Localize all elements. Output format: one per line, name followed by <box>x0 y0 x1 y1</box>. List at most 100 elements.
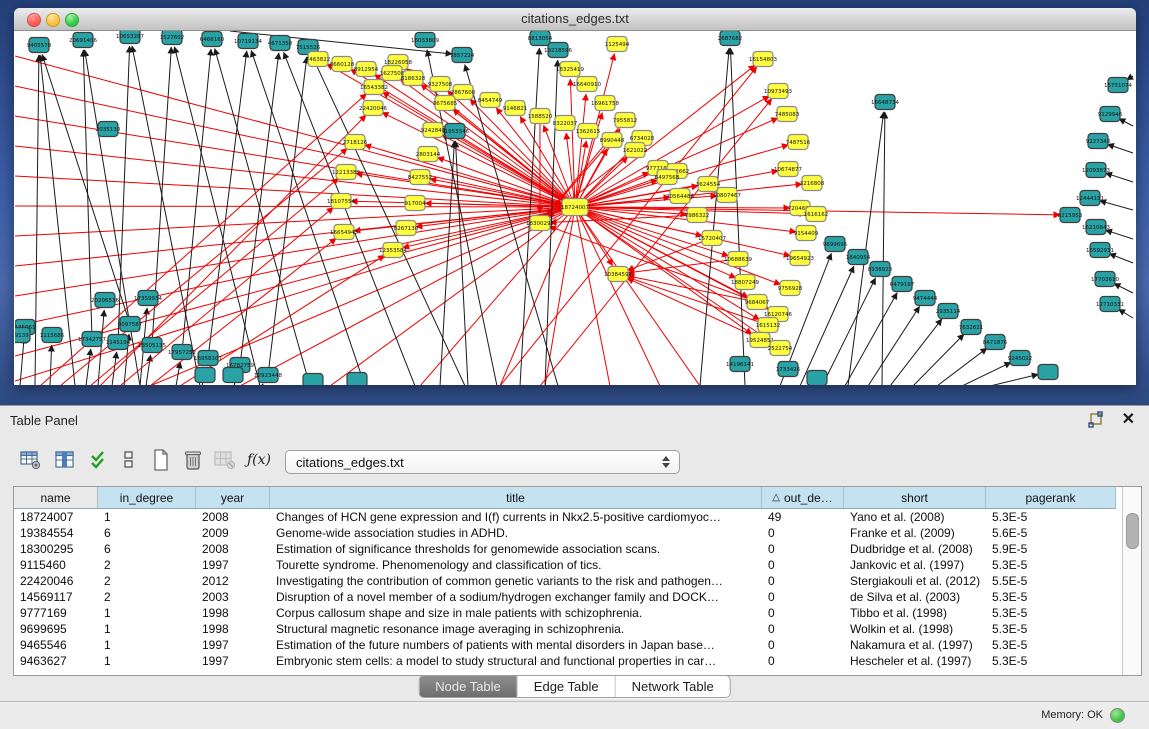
table-cell[interactable]: de Silva et al. (2003) <box>844 589 986 605</box>
table-cell[interactable]: 6 <box>98 541 196 557</box>
graph-node[interactable] <box>347 373 367 386</box>
graph-node[interactable]: 20206536 <box>91 293 119 308</box>
graph-edge[interactable] <box>845 293 897 385</box>
graph-node[interactable]: 18807249 <box>731 275 759 290</box>
table-cell[interactable]: 14569117 <box>14 589 98 605</box>
graph-edge[interactable] <box>822 278 876 385</box>
table-row[interactable]: 1938455462009Genome-wide association stu… <box>14 525 1123 541</box>
graph-node[interactable]: 2935114 <box>936 304 961 319</box>
table-cell[interactable]: 9463627 <box>14 653 98 669</box>
table-cell[interactable]: 9115460 <box>14 557 98 573</box>
table-row[interactable]: 1830029562008Estimation of significance … <box>14 541 1123 557</box>
table-cell[interactable]: Embryonic stem cells: a model to study s… <box>270 653 762 669</box>
graph-edge[interactable] <box>112 352 117 385</box>
table-cell[interactable]: 0 <box>762 541 844 557</box>
table-cell[interactable]: 6 <box>98 525 196 541</box>
table-cell[interactable]: 5.9E-5 <box>986 541 1116 557</box>
delete-table-icon[interactable] <box>210 444 240 476</box>
graph-edge[interactable] <box>730 48 745 385</box>
graph-node[interactable]: 9684067 <box>745 295 770 310</box>
graph-node[interactable] <box>195 368 215 383</box>
graph-node[interactable]: 6497568 <box>655 170 680 185</box>
graph-node[interactable]: 7463822 <box>306 52 331 67</box>
graph-node[interactable]: 16154803 <box>749 52 777 67</box>
graph-node[interactable]: 2803144 <box>416 147 441 162</box>
column-header-short[interactable]: short <box>844 487 986 509</box>
graph-node[interactable] <box>223 368 243 383</box>
graph-edge[interactable] <box>962 362 1011 385</box>
graph-node[interactable]: 8267130 <box>394 221 419 236</box>
graph-node[interactable]: 917004 <box>405 196 426 211</box>
network-window-titlebar[interactable]: citations_edges.txt <box>14 8 1136 31</box>
graph-node[interactable]: 8990448 <box>600 133 625 148</box>
graph-node[interactable]: 16640910 <box>573 77 601 92</box>
graph-edge[interactable] <box>268 57 307 375</box>
graph-node[interactable]: 9097587 <box>118 317 143 332</box>
graph-edge[interactable] <box>20 337 24 385</box>
table-cell[interactable]: 5.3E-5 <box>986 605 1116 621</box>
graph-node[interactable]: 6479197 <box>890 277 915 292</box>
graph-node[interactable]: 2718126 <box>343 135 368 150</box>
table-cell[interactable]: Investigating the contribution of common… <box>270 573 762 589</box>
graph-node[interactable]: 9327508 <box>428 77 453 92</box>
table-cell[interactable]: 1 <box>98 637 196 653</box>
table-cell[interactable]: 5.6E-5 <box>986 525 1116 541</box>
graph-node[interactable]: 15592931 <box>1086 243 1114 258</box>
table-cell[interactable]: 1 <box>98 509 196 525</box>
graph-node[interactable]: 7487516 <box>786 135 811 150</box>
graph-node[interactable]: 17703610 <box>1091 272 1119 287</box>
table-cell[interactable]: Genome-wide association studies in ADHD. <box>270 525 762 541</box>
table-cell[interactable]: 18300295 <box>14 541 98 557</box>
table-cell[interactable]: Estimation of the future numbers of pati… <box>270 637 762 653</box>
close-panel-icon[interactable]: ✕ <box>1122 409 1135 429</box>
graph-node[interactable]: 16543382 <box>360 80 388 95</box>
graph-node[interactable]: 2035130 <box>96 122 121 137</box>
graph-node[interactable]: 13505135 <box>138 338 166 353</box>
graph-node[interactable]: 10807467 <box>713 188 741 203</box>
graph-edge[interactable] <box>800 266 854 385</box>
graph-node[interactable]: 18325419 <box>556 62 584 77</box>
table-cell[interactable]: 9777169 <box>14 605 98 621</box>
graph-node[interactable]: 7485083 <box>775 107 800 122</box>
graph-node[interactable]: 18107554 <box>327 194 355 209</box>
table-cell[interactable]: 2009 <box>196 525 270 541</box>
graph-edge[interactable] <box>86 349 91 385</box>
graph-node[interactable]: 8186328 <box>401 71 426 86</box>
graph-node[interactable]: 19218596 <box>544 43 572 58</box>
graph-node[interactable]: 8938923 <box>868 262 893 277</box>
graph-node[interactable]: 20564486 <box>666 189 694 204</box>
graph-node[interactable]: 1840954 <box>846 250 871 265</box>
select-visible-icon[interactable] <box>84 444 114 476</box>
graph-node[interactable]: 1616162 <box>804 207 829 222</box>
graph-edge[interactable] <box>913 334 964 385</box>
graph-node[interactable]: 4671358 <box>268 36 293 51</box>
graph-edge[interactable] <box>50 345 52 385</box>
graph-node[interactable]: 9699695 <box>823 237 848 252</box>
table-cell[interactable]: 0 <box>762 573 844 589</box>
table-cell[interactable]: 0 <box>762 525 844 541</box>
table-cell[interactable]: 1997 <box>196 653 270 669</box>
graph-edge[interactable] <box>35 55 39 385</box>
graph-node[interactable]: 16958107 <box>194 351 222 366</box>
table-cell[interactable]: Jankovic et al. (1997) <box>844 557 986 573</box>
graph-node[interactable]: 9405578 <box>27 38 52 53</box>
table-cell[interactable]: 5.5E-5 <box>986 573 1116 589</box>
row-height-icon[interactable] <box>114 444 144 476</box>
graph-edge[interactable] <box>42 55 130 324</box>
graph-node[interactable]: 1588520 <box>528 109 553 124</box>
graph-edge[interactable] <box>240 53 279 365</box>
graph-node[interactable]: 3216808 <box>800 176 825 191</box>
table-row[interactable]: 946554611997Estimation of the future num… <box>14 637 1123 653</box>
table-cell[interactable]: Nakamura et al. (1997) <box>844 637 986 653</box>
graph-node[interactable]: 16210643 <box>1082 220 1110 235</box>
graph-node[interactable]: 1621022 <box>623 143 648 158</box>
graph-edge[interactable] <box>60 148 347 385</box>
column-header-title[interactable]: title <box>270 487 762 509</box>
table-cell[interactable]: Yano et al. (2008) <box>844 509 986 525</box>
graph-node[interactable] <box>807 371 827 386</box>
table-cell[interactable]: 49 <box>762 509 844 525</box>
tab-edge-table[interactable]: Edge Table <box>517 676 615 697</box>
graph-node[interactable]: 7986322 <box>685 208 710 223</box>
graph-node[interactable]: 8454749 <box>478 93 503 108</box>
graph-edge[interactable] <box>15 206 575 207</box>
